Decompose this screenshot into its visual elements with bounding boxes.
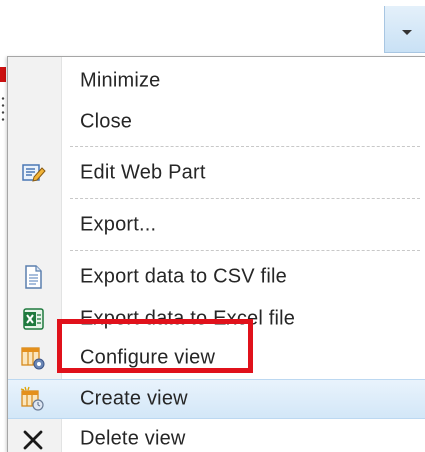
menu-separator	[70, 146, 420, 147]
edit-web-part-icon	[22, 164, 46, 182]
menu-item-label: Edit Web Part	[80, 161, 206, 184]
delete-x-icon	[23, 430, 43, 450]
background-page-fragment	[0, 67, 6, 82]
menu-item-minimize[interactable]: Minimize	[8, 61, 425, 101]
menu-item-label: Export...	[80, 213, 157, 236]
menu-item-label: Delete view	[80, 427, 186, 450]
menu-item-delete-view[interactable]: Delete view	[8, 419, 425, 452]
web-part-context-menu: Minimize Close Edit Web Part Export... E…	[7, 56, 425, 452]
create-view-icon	[20, 386, 44, 411]
menu-item-create-view[interactable]: Create view	[8, 379, 425, 419]
menu-item-export-excel[interactable]: Export data to Excel file	[8, 299, 425, 339]
menu-separator	[70, 198, 420, 199]
chevron-down-icon	[402, 30, 412, 35]
screenshot-stage: Minimize Close Edit Web Part Export... E…	[0, 0, 425, 452]
menu-item-close[interactable]: Close	[8, 102, 425, 142]
menu-item-label: Create view	[80, 387, 188, 410]
menu-item-export-csv[interactable]: Export data to CSV file	[8, 257, 425, 297]
csv-file-icon	[25, 265, 42, 289]
menu-item-edit-web-part[interactable]: Edit Web Part	[8, 153, 425, 193]
menu-item-label: Minimize	[80, 69, 161, 92]
menu-item-export[interactable]: Export...	[8, 205, 425, 245]
configure-view-icon	[21, 347, 45, 370]
menu-item-label: Export data to Excel file	[80, 307, 296, 330]
excel-icon	[23, 308, 44, 330]
menu-item-label: Close	[80, 110, 133, 133]
menu-item-configure-view[interactable]: Configure view	[8, 338, 425, 378]
background-page-fragment	[1, 95, 5, 123]
menu-item-label: Configure view	[80, 346, 216, 369]
menu-separator	[70, 250, 420, 251]
web-part-menu-dropdown-button[interactable]	[384, 6, 425, 53]
menu-item-label: Export data to CSV file	[80, 265, 287, 288]
